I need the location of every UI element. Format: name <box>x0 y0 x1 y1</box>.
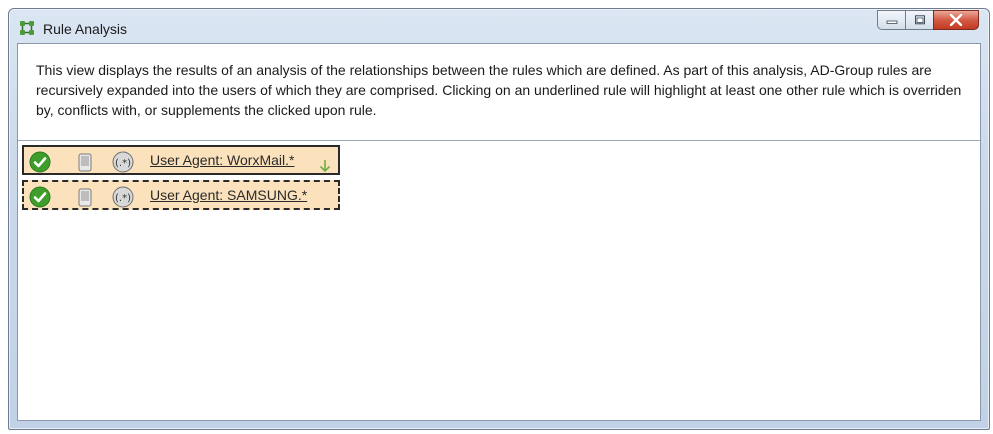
svg-text:(.*): (.*) <box>115 193 131 204</box>
maximize-icon <box>914 15 925 25</box>
regex-icon: (.*) <box>112 151 134 173</box>
check-icon <box>29 151 51 173</box>
title-bar[interactable]: Rule Analysis <box>9 9 989 43</box>
rule-list[interactable]: (.*) User Agent: WorxMail.* (.*) User Ag… <box>18 140 980 420</box>
close-icon <box>949 14 963 26</box>
client-area: This view displays the results of an ana… <box>17 43 981 421</box>
minimize-icon <box>886 20 897 24</box>
rule-link[interactable]: User Agent: SAMSUNG.* <box>150 187 307 203</box>
rule-analysis-window: Rule Analysis This view displays the res… <box>8 8 990 430</box>
window-controls <box>877 10 979 32</box>
svg-text:(.*): (.*) <box>115 158 131 169</box>
check-icon <box>29 186 51 208</box>
regex-icon: (.*) <box>112 186 134 208</box>
window-title: Rule Analysis <box>43 21 128 37</box>
rule-row-samsung[interactable]: (.*) User Agent: SAMSUNG.* <box>22 180 340 210</box>
description-text: This view displays the results of an ana… <box>36 62 962 118</box>
device-icon <box>78 188 92 207</box>
app-icon <box>20 21 34 35</box>
close-button[interactable] <box>933 10 979 30</box>
arrow-down-icon <box>319 160 331 173</box>
minimize-button[interactable] <box>877 10 905 30</box>
rule-row-worxmail[interactable]: (.*) User Agent: WorxMail.* <box>22 145 340 175</box>
device-icon <box>78 153 92 172</box>
rule-link[interactable]: User Agent: WorxMail.* <box>150 152 294 168</box>
maximize-button[interactable] <box>905 10 933 30</box>
